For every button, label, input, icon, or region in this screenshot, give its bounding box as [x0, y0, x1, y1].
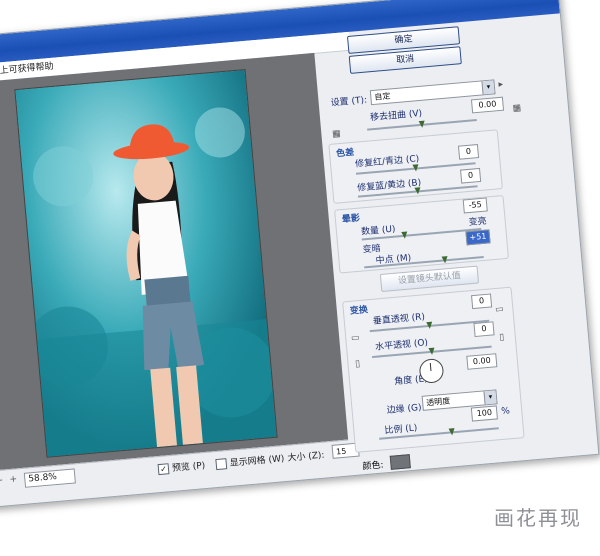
vignette-group: 晕影 数量 (U) -55 变亮 变暗 +51 中点 (M)	[334, 194, 509, 274]
preview-label: 预览 (P)	[171, 461, 206, 474]
vignette-amount-value[interactable]: -55	[462, 197, 488, 214]
color-label: 颜色:	[362, 460, 385, 473]
scale-unit: %	[500, 406, 511, 417]
show-grid-checkbox[interactable]	[215, 458, 228, 471]
slider-thumb[interactable]	[426, 321, 433, 330]
chevron-down-icon: ▾	[481, 80, 495, 95]
settings-label: 设置 (T):	[330, 95, 368, 109]
lens-correction-dialog-view: 件上可获得帮助 − + 58.8% ✓ 预览 (P) 显示网格 (W) 大小 (…	[0, 0, 600, 556]
edge-value: 透明度	[425, 396, 451, 408]
chromatic-aberration-title: 色差	[335, 147, 355, 160]
zoom-field[interactable]: 58.8%	[23, 468, 76, 488]
remove-distortion-label: 移去扭曲 (V)	[369, 108, 423, 124]
lens-correction-dialog: 件上可获得帮助 − + 58.8% ✓ 预览 (P) 显示网格 (W) 大小 (…	[0, 0, 600, 508]
preview-checkbox-row[interactable]: ✓ 预览 (P)	[157, 458, 206, 476]
transform-title: 变换	[349, 305, 369, 317]
photo-image	[15, 70, 277, 457]
set-lens-default-button[interactable]: 设置镜头默认值	[379, 265, 480, 292]
horizontal-perspective-value[interactable]: 0	[473, 321, 495, 338]
angle-value[interactable]: 0.00	[466, 353, 498, 370]
transform-group: 变换 垂直透视 (R) 0 ▭ ▭ 水平透视 (O) 0 ▯ ▯ 角度 (E):…	[342, 286, 525, 453]
preview-checkbox[interactable]: ✓	[157, 463, 170, 476]
horizontal-skew-icon: ▯	[498, 332, 505, 343]
vertical-perspective-icon: ▭	[350, 333, 361, 344]
red-cyan-value[interactable]: 0	[457, 144, 480, 160]
vignette-midpoint-value[interactable]: +51	[465, 229, 491, 246]
slider-thumb[interactable]	[441, 256, 449, 264]
photo-preview	[14, 68, 278, 458]
slider-thumb[interactable]	[428, 347, 436, 356]
help-text: 件上可获得帮助	[0, 61, 54, 78]
vignette-lighten-label: 变亮	[468, 216, 488, 229]
slider-thumb[interactable]	[418, 120, 426, 129]
slider-thumb[interactable]	[401, 231, 408, 240]
show-grid-label: 显示网格 (W)	[229, 454, 285, 469]
chevron-down-icon: ▾	[483, 390, 497, 405]
zoom-out-icon[interactable]: −	[0, 476, 5, 487]
slider-thumb[interactable]	[414, 187, 422, 195]
vignette-title: 晕影	[341, 213, 361, 226]
grid-checkbox-row[interactable]: 显示网格 (W)	[215, 451, 285, 471]
slider-thumb[interactable]	[412, 164, 420, 172]
edge-label: 边缘 (G):	[386, 402, 425, 416]
settings-menu-icon[interactable]: ▸	[495, 79, 506, 90]
horizontal-perspective-label: 水平透视 (O)	[374, 338, 429, 353]
settings-value: 自定	[374, 91, 391, 102]
slider-thumb[interactable]	[448, 428, 456, 436]
blue-yellow-value[interactable]: 0	[460, 167, 482, 184]
scale-value[interactable]: 100	[470, 405, 498, 422]
barrel-icon: ▦	[512, 103, 522, 114]
remove-distortion-value[interactable]: 0.00	[470, 96, 505, 114]
vertical-perspective-label: 垂直透视 (R)	[372, 312, 426, 327]
size-label: 大小 (Z):	[287, 450, 325, 464]
watermark-text: 画花再现	[494, 506, 582, 530]
vertical-perspective-value[interactable]: 0	[471, 293, 493, 310]
perspective-icon: ▭	[494, 304, 505, 316]
pincushion-icon: ▦	[331, 128, 342, 140]
zoom-in-icon[interactable]: +	[8, 474, 19, 485]
preview-area[interactable]	[0, 52, 349, 472]
chromatic-aberration-group: 色差 修复红/青边 (C) 0 修复蓝/黄边 (B) 0	[328, 129, 503, 204]
controls-panel: 确定 取消 设置 (T): 自定 ▾ ▸ 移去扭曲 (V) 0.00 ▦ ▦ 色…	[319, 14, 591, 453]
horizontal-perspective-icon: ▯	[354, 359, 361, 370]
grid-color-swatch[interactable]	[389, 454, 411, 470]
